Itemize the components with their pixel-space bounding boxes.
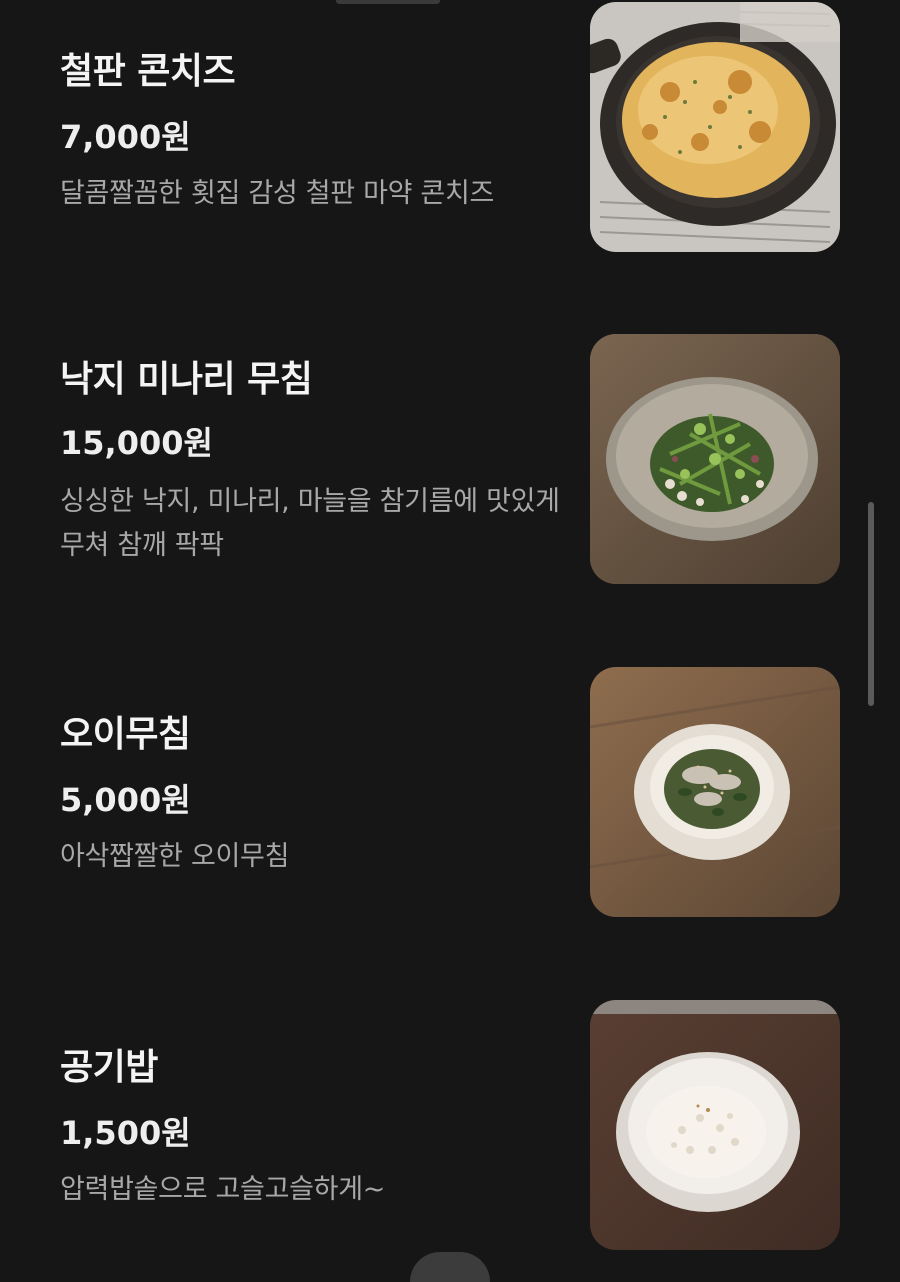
menu-item-description: 아삭짭짤한 오이무침 (60, 841, 290, 872)
menu-item-description: 달콤짤꼼한 횟집 감성 철판 마약 콘치즈 (60, 178, 495, 209)
menu-item-price: 5,000원 (60, 781, 191, 819)
cucumber-salad-icon (590, 667, 840, 917)
menu-item-title: 오이무침 (60, 714, 191, 755)
menu-item-cucumber[interactable]: 오이무침 5,000원 아삭짭짤한 오이무침 (0, 667, 860, 917)
menu-item-description: 싱싱한 낙지, 미나리, 마늘을 참기름에 맛있게 무쳐 참깨 팍팍 (60, 486, 560, 561)
menu-item-octopus-dropwort[interactable]: 낙지 미나리 무침 15,000원 싱싱한 낙지, 미나리, 마늘을 참기름에 … (0, 334, 860, 584)
menu-item-price: 15,000원 (60, 424, 213, 462)
cucumber-salad-photo[interactable] (590, 667, 840, 917)
rice-bowl-photo[interactable] (590, 1000, 840, 1250)
octopus-dropwort-salad-icon (590, 334, 840, 584)
menu-item-description: 압력밥솥으로 고슬고슬하게~ (60, 1174, 386, 1205)
menu-item-title: 철판 콘치즈 (60, 51, 236, 92)
menu-item-rice[interactable]: 공기밥 1,500원 압력밥솥으로 고슬고슬하게~ (0, 1000, 860, 1250)
menu-item-price: 7,000원 (60, 118, 191, 156)
cheese-corn-skillet-icon (590, 2, 840, 252)
menu-item-cheese-corn[interactable]: 철판 콘치즈 7,000원 달콤짤꼼한 횟집 감성 철판 마약 콘치즈 (0, 2, 860, 252)
cheese-corn-skillet-photo[interactable] (590, 2, 840, 252)
scrollbar-thumb[interactable] (868, 502, 874, 706)
menu-item-title: 낙지 미나리 무침 (60, 359, 313, 400)
bottom-floating-button[interactable] (410, 1252, 490, 1282)
rice-bowl-icon (590, 1000, 840, 1250)
octopus-dropwort-salad-photo[interactable] (590, 334, 840, 584)
menu-item-title: 공기밥 (60, 1047, 158, 1088)
menu-item-price: 1,500원 (60, 1114, 191, 1152)
